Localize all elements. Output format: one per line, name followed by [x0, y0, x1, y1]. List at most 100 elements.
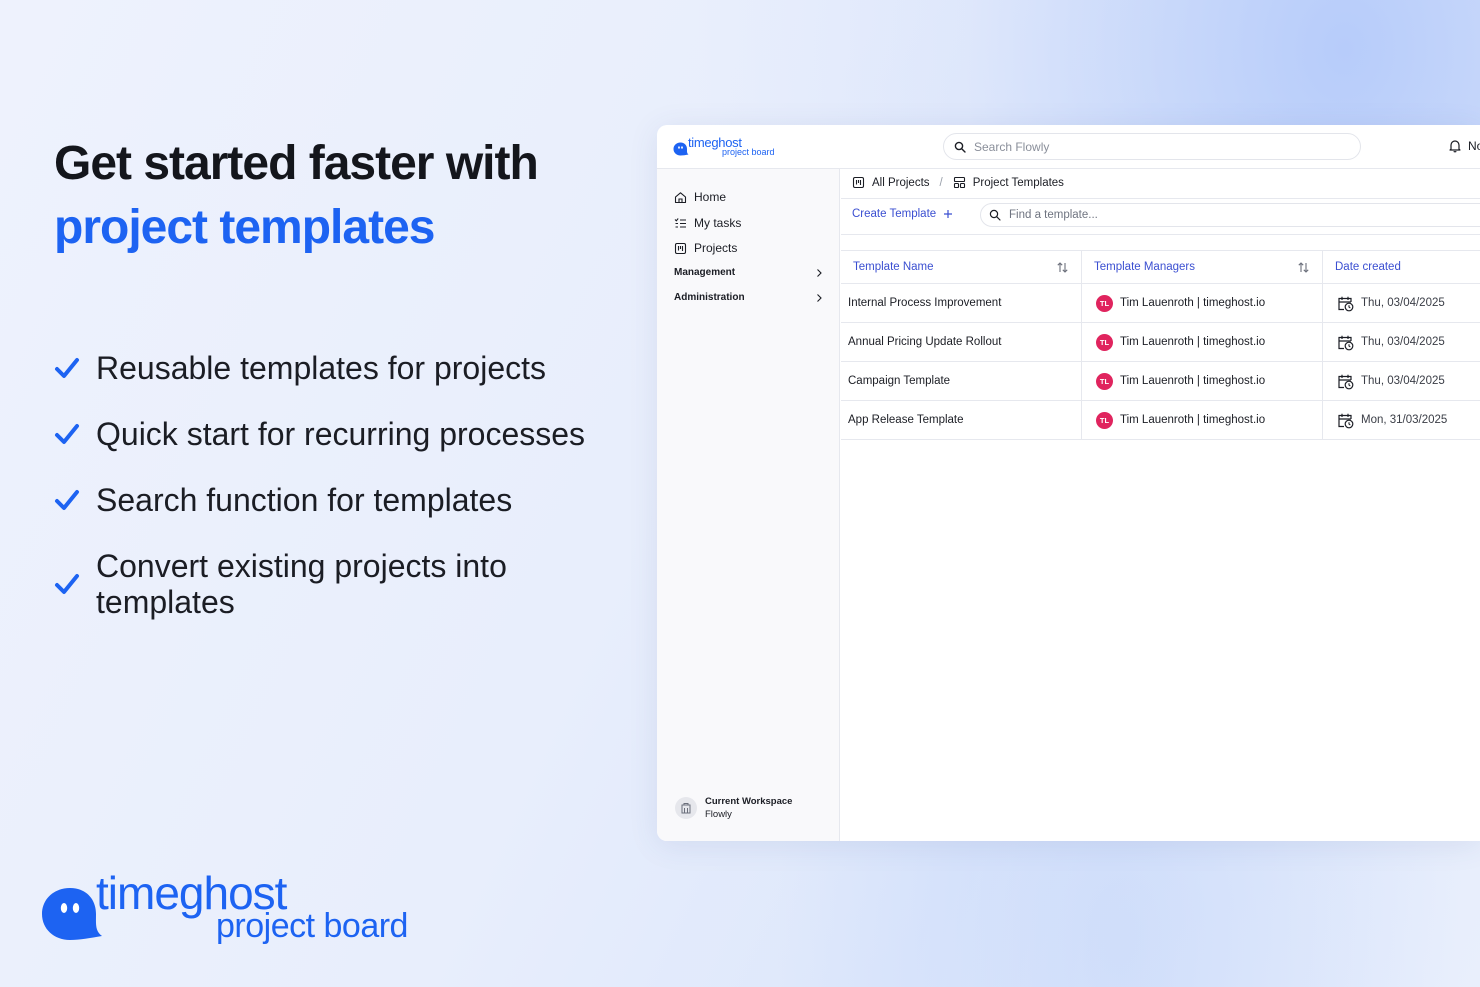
home-icon [674, 191, 687, 203]
calendar-clock-icon [1338, 296, 1354, 311]
avatar: TL [1096, 333, 1113, 351]
feature-text: Convert existing projects into templates [96, 548, 507, 620]
manager-name: Tim Lauenroth | timeghost.io [1120, 297, 1266, 309]
feature-item: Search function for templates [54, 482, 614, 518]
table-header: Template Name Template Managers Date cre… [841, 251, 1480, 284]
divider [841, 198, 1480, 199]
ghost-logo-icon [42, 888, 102, 940]
sidebar-group-label: Administration [674, 292, 745, 303]
brand-product: project board [216, 907, 408, 945]
feature-item: Quick start for recurring processes [54, 416, 614, 452]
ghost-logo-icon [673, 142, 689, 156]
header-label: Template Name [853, 261, 934, 273]
table-row[interactable]: Campaign Template TL Tim Lauenroth | tim… [841, 362, 1480, 401]
sidebar-item-home[interactable]: Home [674, 190, 726, 204]
template-icon [953, 176, 965, 189]
cell-template-name[interactable]: Annual Pricing Update Rollout [841, 323, 1082, 361]
manager-name: Tim Lauenroth | timeghost.io [1120, 414, 1266, 426]
app-window: timeghost project board Search Flowly No… [657, 125, 1480, 841]
feature-item: Reusable templates for projects [54, 350, 614, 386]
manager-name: Tim Lauenroth | timeghost.io [1120, 375, 1266, 387]
chevron-right-icon [817, 293, 822, 302]
templates-table: Template Name Template Managers Date cre… [841, 250, 1480, 440]
tasks-icon [674, 217, 686, 228]
cell-date: Thu, 03/04/2025 [1323, 323, 1480, 361]
feature-text: Search function for templates [96, 482, 513, 518]
sidebar-item-label: Home [694, 190, 727, 204]
cell-manager: TL Tim Lauenroth | timeghost.io [1082, 401, 1323, 439]
workspace-switcher[interactable]: Current Workspace Flowly [675, 795, 792, 821]
feature-text: Reusable templates for projects [96, 350, 546, 386]
checkmark-icon [55, 424, 79, 444]
app-logo-product: project board [722, 147, 775, 157]
avatar: TL [1096, 294, 1113, 312]
building-icon [681, 803, 691, 814]
calendar-clock-icon [1338, 374, 1354, 389]
plus-icon [944, 210, 953, 218]
sidebar-item-my-tasks[interactable]: My tasks [674, 216, 741, 230]
template-search-input[interactable]: Find a template... [980, 203, 1480, 227]
global-search-placeholder: Search Flowly [974, 139, 1050, 154]
notifications-label: No [1468, 139, 1480, 153]
feature-text: Quick start for recurring processes [96, 416, 586, 452]
header-label: Date created [1335, 261, 1401, 273]
search-icon [954, 141, 966, 153]
sidebar-item-label: My tasks [694, 216, 742, 230]
date-text: Thu, 03/04/2025 [1361, 336, 1445, 348]
notifications-button[interactable]: No [1448, 139, 1480, 153]
breadcrumb-all-projects[interactable]: All Projects [872, 177, 930, 189]
divider [841, 234, 1480, 235]
sort-icon[interactable] [1297, 261, 1310, 274]
chevron-right-icon [817, 268, 822, 277]
avatar: TL [1096, 411, 1113, 429]
cell-template-name[interactable]: Internal Process Improvement [841, 284, 1082, 322]
global-search-input[interactable]: Search Flowly [943, 133, 1361, 160]
calendar-clock-icon [1338, 335, 1354, 350]
date-text: Mon, 31/03/2025 [1361, 414, 1448, 426]
checkmark-icon [55, 358, 79, 378]
header-template-name[interactable]: Template Name [841, 251, 1082, 283]
manager-name: Tim Lauenroth | timeghost.io [1120, 336, 1266, 348]
checkmark-icon [55, 490, 79, 510]
cell-template-name[interactable]: Campaign Template [841, 362, 1082, 400]
header-template-managers[interactable]: Template Managers [1082, 251, 1323, 283]
sidebar: Home My tasks Projects Management Admini… [657, 169, 840, 841]
headline-line-2: project templates [54, 201, 435, 254]
workspace-name: Flowly [705, 809, 732, 820]
projects-icon [674, 242, 687, 254]
avatar: TL [1096, 372, 1113, 390]
cell-date: Mon, 31/03/2025 [1323, 401, 1480, 439]
cell-date: Thu, 03/04/2025 [1323, 362, 1480, 400]
template-search-placeholder: Find a template... [1009, 209, 1098, 221]
breadcrumb-current: Project Templates [972, 176, 1064, 189]
sort-icon[interactable] [1056, 261, 1069, 274]
cell-date: Thu, 03/04/2025 [1323, 284, 1480, 322]
sidebar-item-label: Projects [694, 241, 738, 255]
cell-manager: TL Tim Lauenroth | timeghost.io [1082, 362, 1323, 400]
sidebar-group-administration[interactable]: Administration [674, 292, 824, 303]
table-row[interactable]: Annual Pricing Update Rollout TL Tim Lau… [841, 323, 1480, 362]
sidebar-group-management[interactable]: Management [674, 267, 824, 278]
feature-item: Convert existing projects into templates [54, 548, 614, 620]
create-template-label: Create Template [852, 208, 937, 220]
cell-manager: TL Tim Lauenroth | timeghost.io [1082, 284, 1323, 322]
table-row[interactable]: App Release Template TL Tim Lauenroth | … [841, 401, 1480, 440]
header-date-created[interactable]: Date created [1323, 251, 1480, 283]
bell-icon [1449, 140, 1461, 153]
feature-list: Reusable templates for projects Quick st… [54, 350, 614, 650]
app-logo[interactable]: timeghost project board [673, 135, 793, 159]
sidebar-item-projects[interactable]: Projects [674, 241, 737, 255]
top-bar: timeghost project board Search Flowly No [657, 125, 1480, 169]
breadcrumb-separator: / [939, 176, 943, 189]
date-text: Thu, 03/04/2025 [1361, 297, 1445, 309]
checkmark-icon [55, 574, 79, 594]
calendar-clock-icon [1338, 413, 1354, 428]
toolbar: Create Template Find a template... [852, 203, 1480, 227]
cell-template-name[interactable]: App Release Template [841, 401, 1082, 439]
table-row[interactable]: Internal Process Improvement TL Tim Laue… [841, 284, 1480, 323]
headline-line-1: Get started faster with [54, 137, 539, 190]
workspace-title: Current Workspace [705, 796, 793, 807]
breadcrumb: All Projects / Project Templates [852, 176, 1064, 189]
search-icon [989, 209, 1001, 221]
create-template-button[interactable]: Create Template [852, 208, 953, 220]
